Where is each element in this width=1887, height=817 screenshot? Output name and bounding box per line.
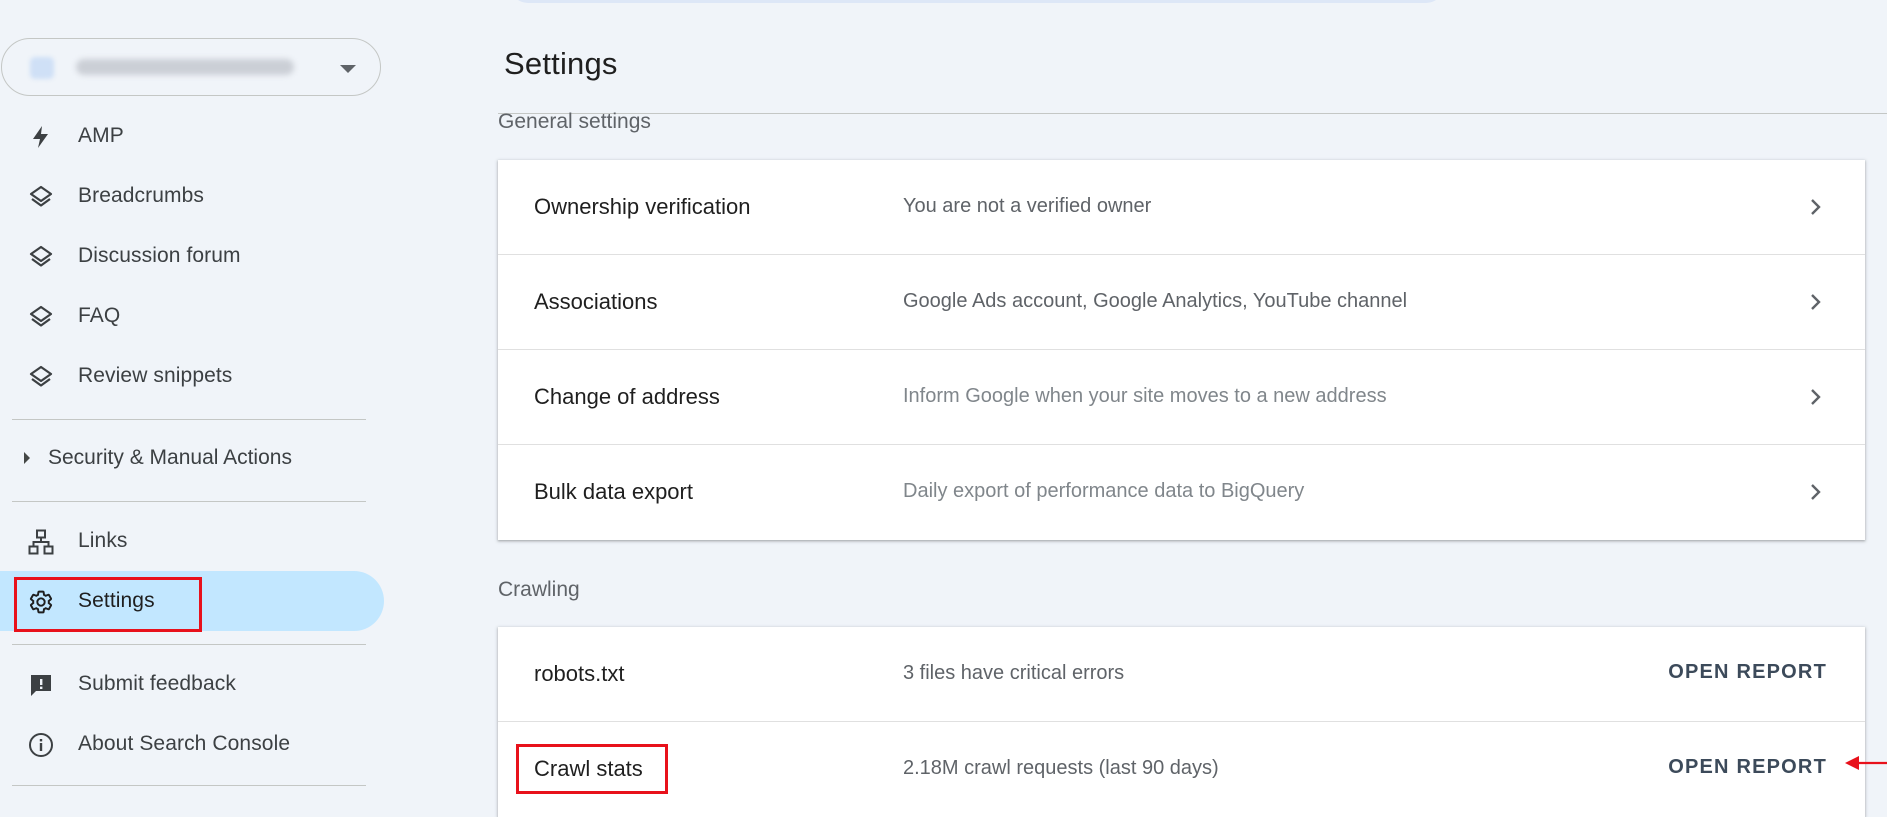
settings-row-bulk-data-export[interactable]: Bulk data export Daily export of perform… [498,445,1865,540]
row-description: Inform Google when your site moves to a … [903,385,1387,407]
layers-icon [28,364,54,390]
sidebar-item-label: AMP [78,124,124,147]
section-label-crawling: Crawling [498,578,580,601]
sidebar-item-label: Breadcrumbs [78,184,204,207]
crawling-card: robots.txt 3 files have critical errors … [498,627,1865,817]
general-settings-card: Ownership verification You are not a ver… [498,160,1865,540]
open-report-button[interactable]: OPEN REPORT [1668,661,1827,684]
sidebar-item-faq[interactable]: FAQ [0,286,384,346]
sidebar-item-label: Submit feedback [78,672,236,695]
sidebar-item-submit-feedback[interactable]: Submit feedback [0,654,384,714]
sidebar-item-about-search-console[interactable]: About Search Console [0,714,384,774]
title-divider [498,113,1887,114]
sidebar-group-security-manual-actions[interactable]: Security & Manual Actions [0,432,384,484]
sidebar-item-label: Links [78,529,128,552]
sitemap-icon [28,529,54,555]
feedback-icon [28,672,54,698]
settings-row-change-of-address[interactable]: Change of address Inform Google when you… [498,350,1865,445]
row-title: Change of address [534,384,720,409]
row-description: Google Ads account, Google Analytics, Yo… [903,290,1408,312]
info-icon [28,732,54,758]
sidebar-item-breadcrumbs[interactable]: Breadcrumbs [0,166,384,226]
chevron-right-icon [1811,294,1821,310]
sidebar-item-label: Discussion forum [78,244,241,267]
sidebar-group-label: Security & Manual Actions [48,446,292,469]
annotation-arrow-icon [1845,756,1887,770]
row-description: 3 files have critical errors [903,662,1125,684]
sidebar-item-discussion-forum[interactable]: Discussion forum [0,226,384,286]
chevron-right-icon [1811,199,1821,215]
row-title: Associations [534,289,658,314]
layers-icon [28,184,54,210]
sidebar-item-amp[interactable]: AMP [0,106,384,166]
settings-row-ownership-verification[interactable]: Ownership verification You are not a ver… [498,160,1865,255]
row-description: Daily export of performance data to BigQ… [903,480,1305,502]
crawling-row-crawl-stats: Crawl stats 2.18M crawl requests (last 9… [498,722,1865,817]
lightning-bolt-icon [28,124,54,150]
row-title: Bulk data export [534,479,693,504]
property-selector[interactable] [1,38,381,96]
property-icon [30,57,54,79]
layers-icon [28,244,54,270]
sidebar-item-label: FAQ [78,304,121,327]
top-search-bar-edge [510,0,1444,3]
section-label-general-settings: General settings [498,110,651,133]
row-title: robots.txt [534,661,625,686]
page-title: Settings [504,46,618,81]
sidebar-item-label: About Search Console [78,732,291,755]
sidebar-item-review-snippets[interactable]: Review snippets [0,346,384,406]
row-title: Ownership verification [534,194,751,219]
caret-right-icon [24,452,30,464]
row-description: 2.18M crawl requests (last 90 days) [903,757,1219,779]
sidebar-divider [12,785,366,786]
sidebar-divider [12,419,366,420]
sidebar: AMP Breadcrumbs Discussion forum FAQ Rev… [0,0,400,809]
sidebar-item-links[interactable]: Links [0,511,384,571]
crawling-row-robots-txt: robots.txt 3 files have critical errors … [498,627,1865,722]
chevron-right-icon [1811,389,1821,405]
settings-row-associations[interactable]: Associations Google Ads account, Google … [498,255,1865,350]
dropdown-caret-icon [340,65,356,73]
property-name-blurred [76,59,294,75]
sidebar-divider [12,644,366,645]
layers-icon [28,304,54,330]
annotation-highlight-crawl-stats [516,744,668,794]
sidebar-divider [12,501,366,502]
sidebar-item-label: Review snippets [78,364,233,387]
chevron-right-icon [1811,484,1821,500]
row-description: You are not a verified owner [903,195,1152,217]
annotation-highlight-settings [14,577,202,632]
open-report-button[interactable]: OPEN REPORT [1668,756,1827,779]
